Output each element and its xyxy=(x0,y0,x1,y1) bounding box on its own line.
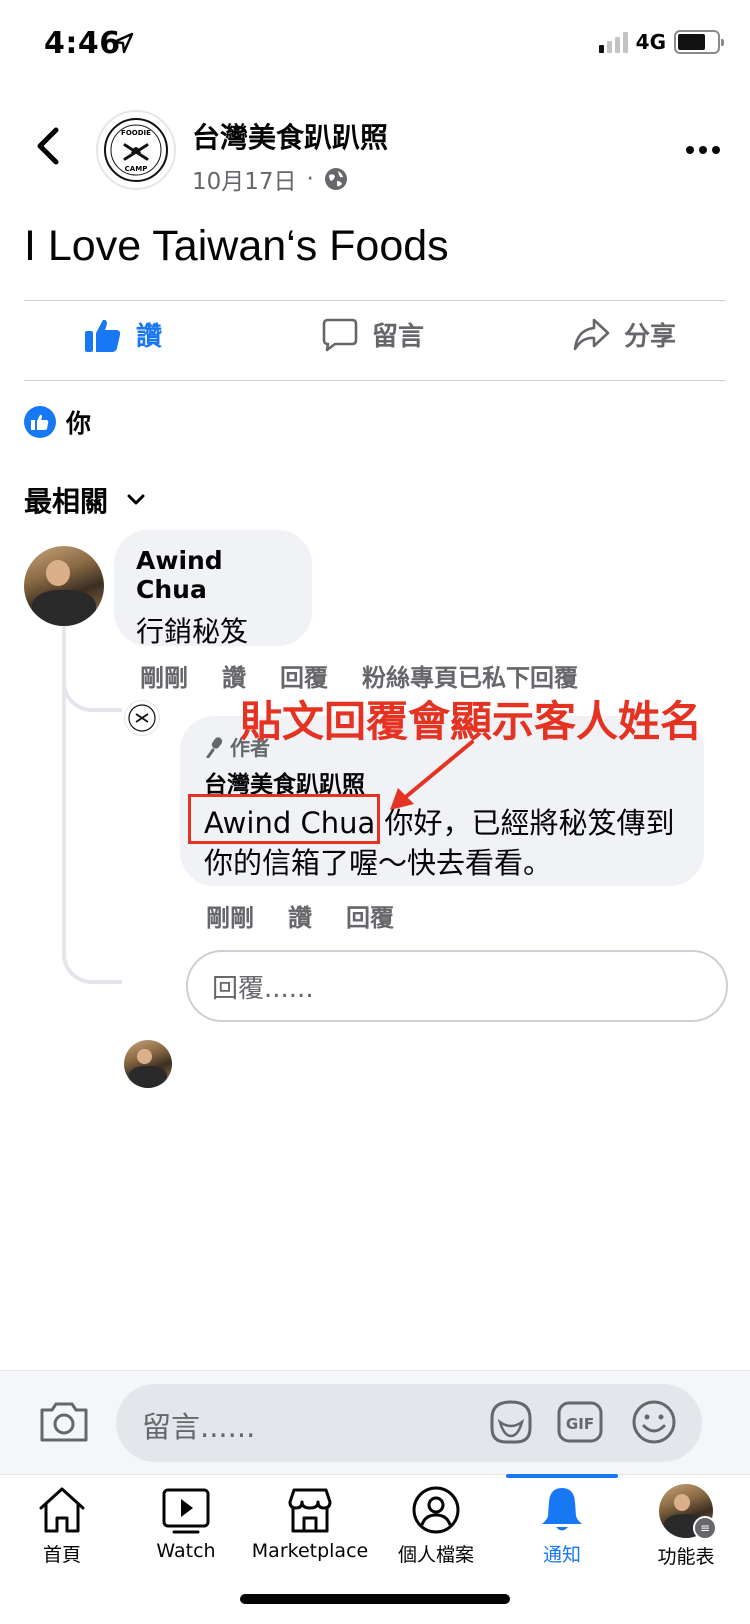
microphone-icon xyxy=(206,736,223,758)
more-options-button[interactable] xyxy=(686,146,720,154)
comment-button[interactable]: 留言 xyxy=(322,316,424,353)
reply-like-button[interactable]: 讚 xyxy=(288,898,312,933)
post-date[interactable]: 10月17日 xyxy=(192,162,297,196)
my-avatar[interactable] xyxy=(124,1040,172,1088)
tab-label: 個人檔案 xyxy=(397,1544,474,1566)
reply-reply-button[interactable]: 回覆 xyxy=(346,898,394,933)
foodie-camp-logo: FOODIE CAMP xyxy=(104,118,168,182)
comment-input-placeholder: 留言...... xyxy=(142,1410,256,1444)
back-button[interactable] xyxy=(34,126,60,170)
battery-icon xyxy=(674,30,724,54)
reactions-summary[interactable]: 你 xyxy=(24,404,91,440)
like-button[interactable]: 讚 xyxy=(84,316,162,353)
svg-text:CAMP: CAMP xyxy=(125,165,148,173)
signal-icon xyxy=(598,31,628,53)
tab-label: 首頁 xyxy=(42,1544,81,1566)
tab-notifications[interactable]: 通知 xyxy=(502,1484,622,1567)
post-text: I Love Taiwan‘s Foods xyxy=(24,222,449,270)
reply-input[interactable]: 回覆...... xyxy=(186,950,728,1022)
tab-label: Marketplace xyxy=(251,1540,369,1562)
home-icon xyxy=(39,1487,85,1533)
thread-connector xyxy=(62,640,122,984)
svg-text:GIF: GIF xyxy=(566,1415,594,1433)
page-name[interactable]: 台灣美食趴趴照 xyxy=(192,116,388,156)
commenter-avatar[interactable] xyxy=(24,546,104,626)
svg-text:FOODIE: FOODIE xyxy=(121,129,151,137)
like-reaction-icon xyxy=(24,406,56,438)
reaction-names: 你 xyxy=(66,409,92,438)
page-reply-avatar[interactable] xyxy=(124,700,160,736)
meta-separator: · xyxy=(306,166,314,192)
menu-avatar: ≡ xyxy=(659,1484,717,1540)
share-button[interactable]: 分享 xyxy=(572,316,676,353)
reply-input-placeholder: 回覆...... xyxy=(212,973,314,1004)
active-tab-indicator xyxy=(506,1474,618,1478)
comment-sort-dropdown[interactable]: 最相關 xyxy=(24,480,146,520)
tab-label: 功能表 xyxy=(657,1546,715,1568)
tab-label: 通知 xyxy=(542,1544,581,1566)
share-icon xyxy=(573,318,610,350)
tab-watch[interactable]: Watch xyxy=(126,1484,246,1562)
tab-profile[interactable]: 個人檔案 xyxy=(376,1484,496,1567)
home-indicator xyxy=(240,1594,510,1604)
comment-text: 行銷秘笈 xyxy=(136,615,249,648)
comment-bubble: Awind Chua 行銷秘笈 xyxy=(114,530,312,648)
profile-icon xyxy=(412,1486,460,1534)
annotation-highlight-box xyxy=(188,794,380,844)
post-meta: 10月17日 · xyxy=(192,162,348,196)
tab-marketplace[interactable]: Marketplace xyxy=(250,1484,370,1562)
comment-time: 剛剛 xyxy=(140,664,188,692)
menu-icon: ≡ xyxy=(693,1516,717,1540)
comment-author[interactable]: Awind Chua xyxy=(136,546,290,604)
location-arrow-icon xyxy=(112,32,134,58)
divider xyxy=(24,300,726,301)
divider xyxy=(24,380,726,381)
reply-actions: 剛剛 讚 回覆 xyxy=(206,898,394,933)
annotation-arrow xyxy=(388,738,478,822)
comment-icon xyxy=(322,318,358,351)
sticker-icon[interactable] xyxy=(488,1398,534,1450)
marketplace-icon xyxy=(288,1488,332,1533)
thumbs-up-icon xyxy=(85,319,121,352)
like-label: 讚 xyxy=(136,322,163,352)
camera-icon[interactable] xyxy=(38,1400,90,1448)
tab-label: Watch xyxy=(156,1540,216,1562)
tab-home[interactable]: 首頁 xyxy=(2,1484,122,1567)
share-label: 分享 xyxy=(624,322,677,352)
globe-icon xyxy=(324,168,347,190)
status-time: 4:46 xyxy=(44,26,121,61)
watch-icon xyxy=(162,1488,210,1534)
chevron-down-icon xyxy=(127,494,145,505)
bell-icon xyxy=(542,1488,582,1531)
comment-label: 留言 xyxy=(372,322,425,352)
sort-label: 最相關 xyxy=(24,485,109,518)
tab-menu[interactable]: ≡ 功能表 xyxy=(626,1484,746,1569)
reply-time: 剛剛 xyxy=(206,904,254,932)
gif-icon[interactable]: GIF xyxy=(556,1398,604,1450)
emoji-icon[interactable] xyxy=(630,1398,678,1450)
page-avatar[interactable]: FOODIE CAMP xyxy=(96,110,176,190)
network-type: 4G xyxy=(635,30,666,54)
status-indicators: 4G xyxy=(598,30,724,54)
